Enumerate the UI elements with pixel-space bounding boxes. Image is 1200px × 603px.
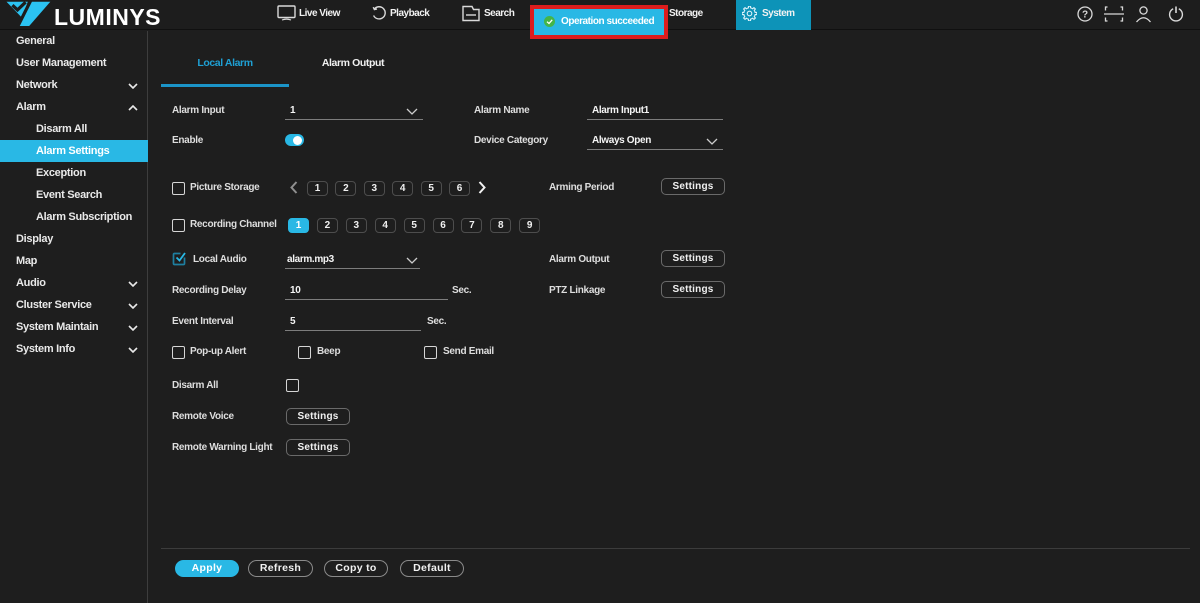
- svg-text:?: ?: [1082, 10, 1088, 21]
